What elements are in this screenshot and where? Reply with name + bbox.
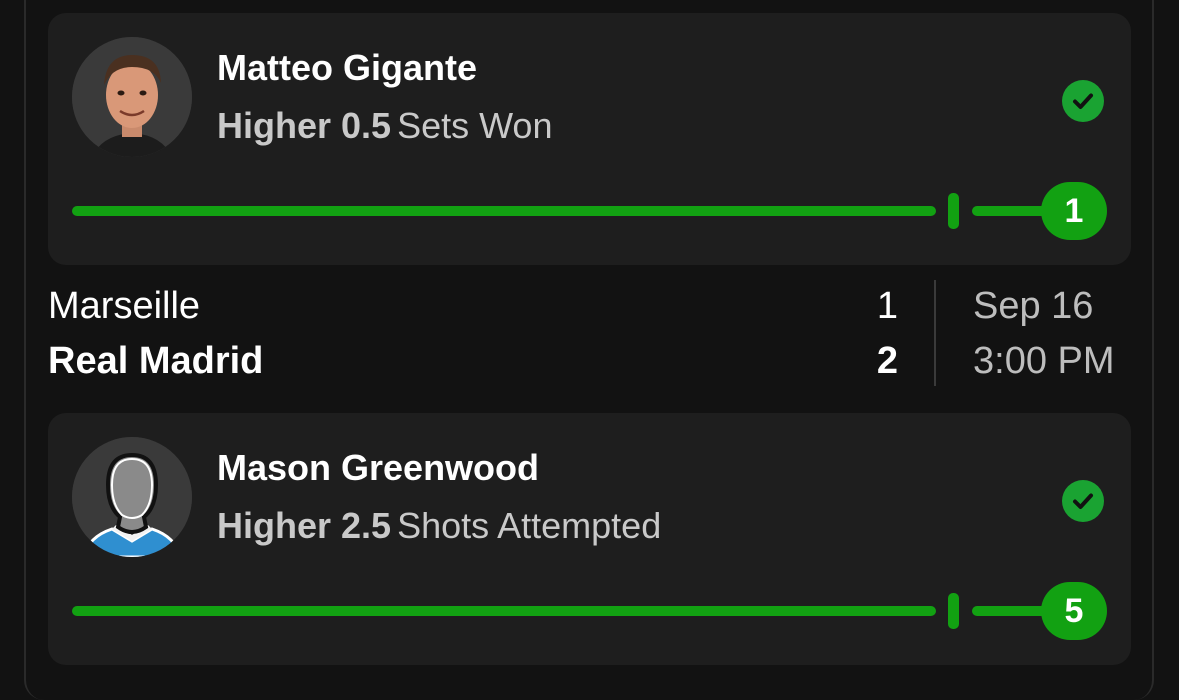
home-team-score: 1 [876, 285, 898, 327]
pick-card[interactable]: Mason Greenwood Higher 2.5 Shots Attempte… [48, 413, 1131, 665]
progress-track-over [972, 606, 1052, 616]
check-circle-icon [1062, 80, 1104, 122]
line-threshold-marker [948, 193, 959, 229]
pick-direction: Higher 2.5 [217, 505, 392, 546]
progress-track-fill [72, 206, 936, 216]
pick-direction: Higher 0.5 [217, 105, 392, 146]
check-circle-icon [1062, 480, 1104, 522]
line-threshold-marker [948, 593, 959, 629]
home-team-name: Marseille [48, 285, 201, 327]
match-summary[interactable]: Marseille Real Madrid 1 2 Sep 16 3:00 PM [48, 278, 1131, 388]
progress-track-over [972, 206, 1052, 216]
result-value-badge: 5 [1041, 582, 1107, 640]
placeholder-player-icon [72, 437, 192, 557]
away-team-score: 2 [876, 340, 898, 382]
pick-card[interactable]: Matteo Gigante Higher 0.5 Sets Won 1 [48, 13, 1131, 265]
result-value-badge: 1 [1041, 182, 1107, 240]
player-avatar [72, 37, 192, 157]
pick-stat: Shots Attempted [397, 505, 662, 546]
match-time: 3:00 PM [973, 340, 1115, 382]
pick-line: Higher 2.5 Shots Attempted [217, 505, 661, 547]
match-date: Sep 16 [973, 285, 1094, 327]
match-divider [934, 280, 936, 386]
player-name: Matteo Gigante [217, 47, 478, 88]
player-name: Mason Greenwood [217, 447, 540, 488]
away-team-name: Real Madrid [48, 340, 264, 382]
progress-track-fill [72, 606, 936, 616]
pick-stat: Sets Won [397, 105, 553, 146]
pick-line: Higher 0.5 Sets Won [217, 105, 552, 147]
